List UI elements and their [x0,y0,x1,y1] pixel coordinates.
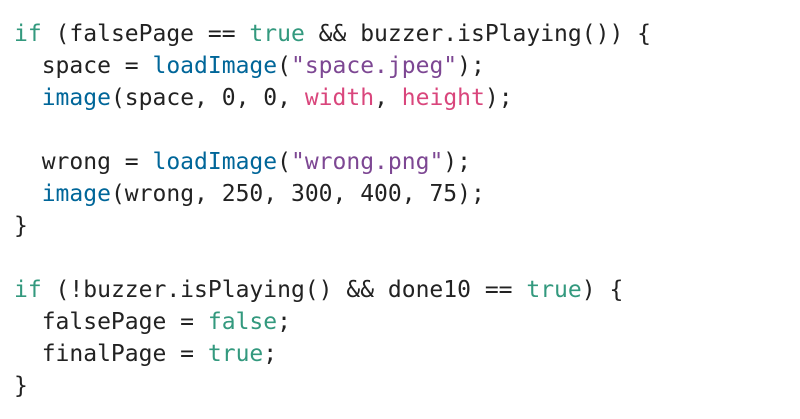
code-token: (wrong, 250, 300, 400, 75); [110,181,485,207]
code-token: false [207,309,278,335]
code-token: } [14,213,28,239]
code-token: height [401,85,485,111]
code-token: image [41,181,111,207]
code-token: if [14,277,42,303]
code-token: ( [277,149,291,175]
code-token: image [41,85,111,111]
code-token: loadImage [152,53,278,79]
code-token: ); [484,85,513,111]
code-line: falsePage = false; [14,306,651,338]
code-token: ) { [581,277,624,303]
code-token: } [14,373,28,399]
code-token: ( [277,53,291,79]
code-token: finalPage = [14,341,208,367]
code-line: wrong = loadImage("wrong.png"); [14,146,651,178]
code-line: if (!buzzer.isPlaying() && done10 == tru… [14,274,651,306]
code-token: && buzzer.isPlaying()) { [304,21,651,47]
code-token: "space.jpeg" [290,53,458,79]
code-token: , [374,85,402,111]
code-token: wrong = [14,149,153,175]
code-line: image(wrong, 250, 300, 400, 75); [14,178,651,210]
code-token: (space, 0, 0, [110,85,305,111]
code-token: (falsePage == [41,21,250,47]
code-token: true [526,277,582,303]
code-token: "wrong.png" [290,149,444,175]
code-token: ); [443,149,471,175]
code-line: space = loadImage("space.jpeg"); [14,50,651,82]
code-token: ; [263,341,278,367]
code-token: true [249,21,305,47]
code-token: ; [277,309,291,335]
code-token: true [207,341,264,367]
code-line: finalPage = true; [14,338,651,370]
code-token: space = [14,53,153,79]
code-token: (!buzzer.isPlaying() && done10 == [41,277,527,303]
code-line: } [14,210,651,242]
code-line: } [14,370,651,402]
code-token: loadImage [152,149,278,175]
code-token: if [14,21,42,47]
code-line: if (falsePage == true && buzzer.isPlayin… [14,18,651,50]
code-token: ); [457,53,485,79]
code-line: image(space, 0, 0, width, height); [14,82,651,114]
code-token: width [304,85,375,111]
code-token: falsePage = [14,309,208,335]
code-block: if (falsePage == true && buzzer.isPlayin… [14,18,651,402]
